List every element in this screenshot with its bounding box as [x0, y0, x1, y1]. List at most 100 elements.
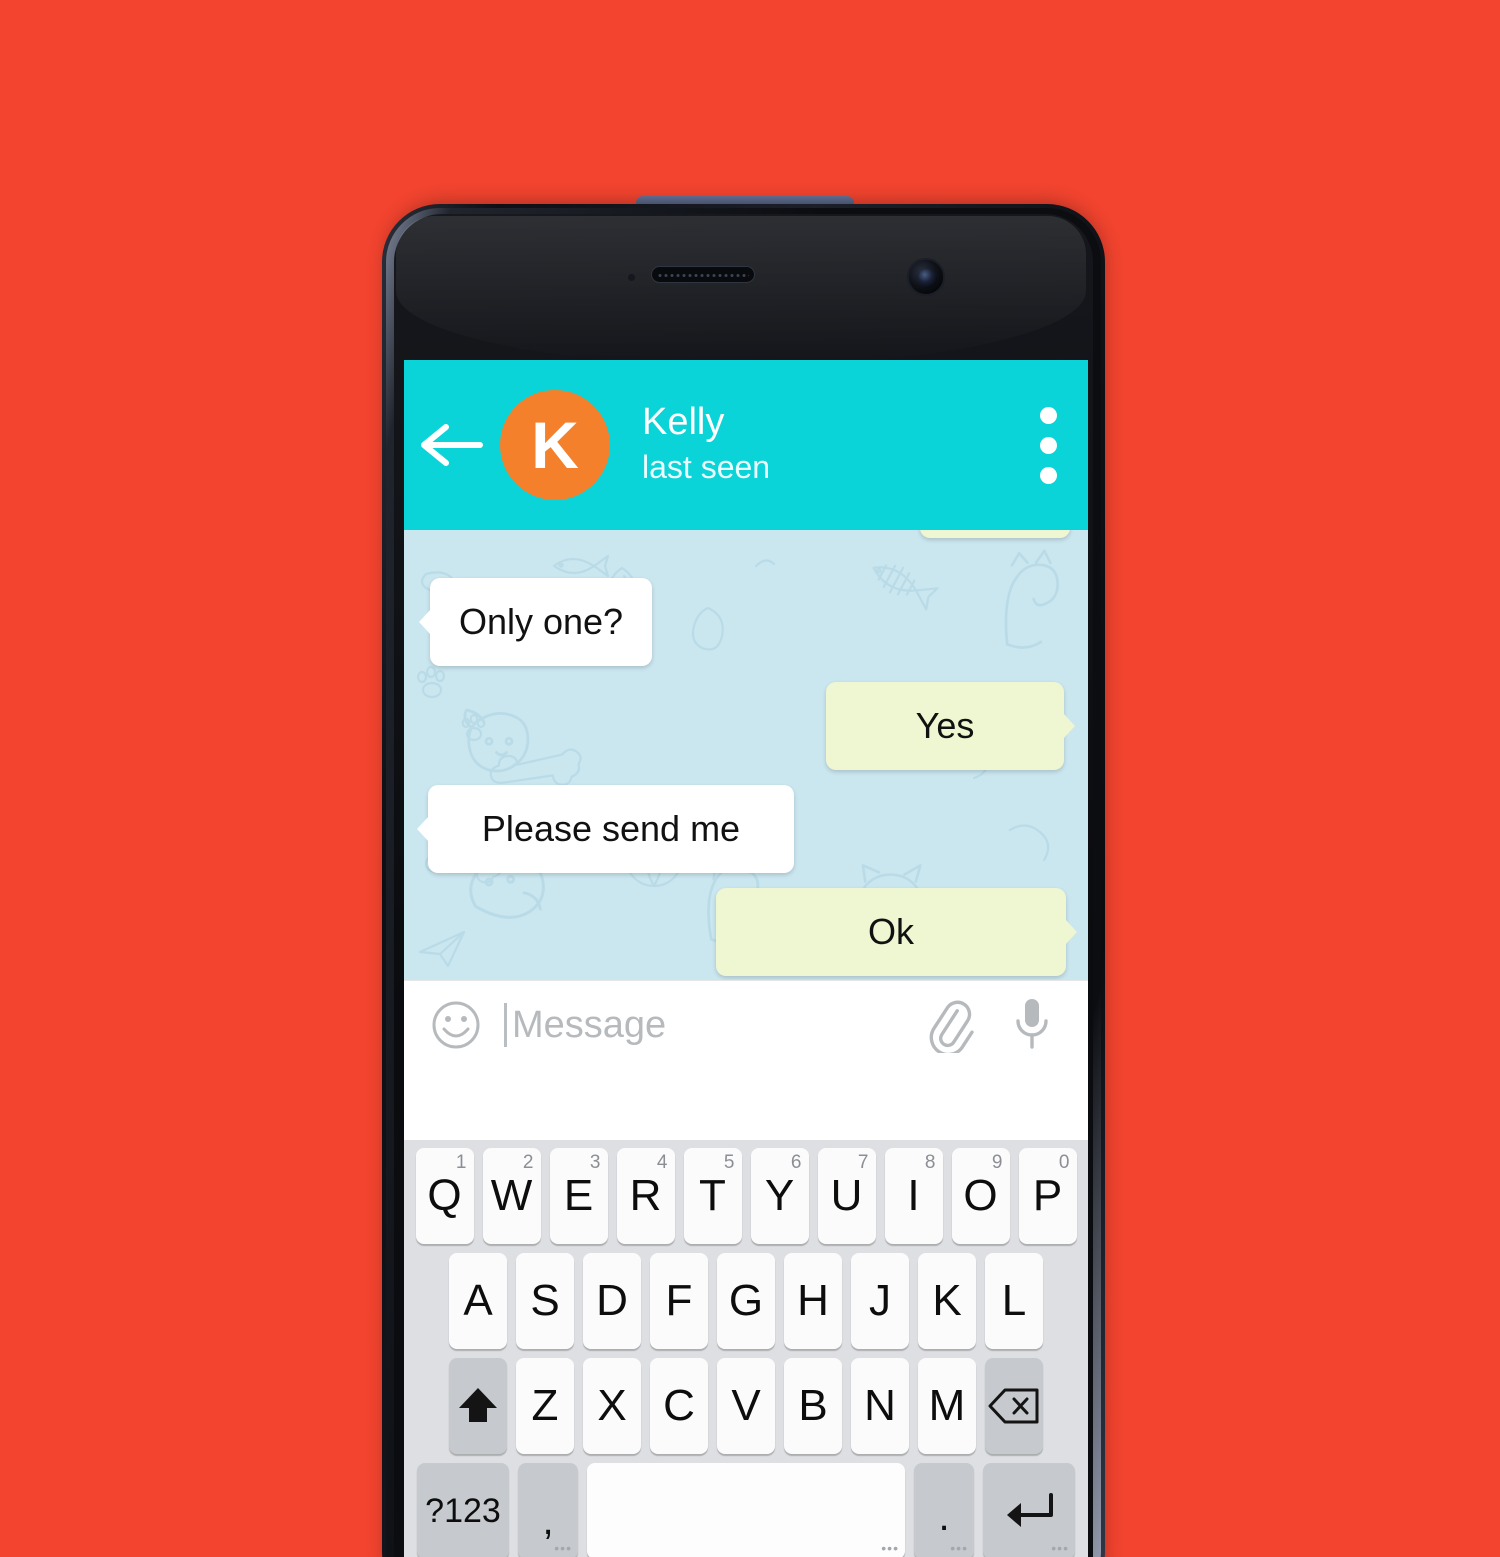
attach-button[interactable]	[920, 997, 976, 1057]
chat-message-list[interactable]: 10:00 Only one? Yes Please send me	[404, 530, 1088, 980]
key-superscript: 3	[589, 1152, 601, 1173]
key-label: O	[963, 1171, 998, 1220]
phone-device: K Kelly last seen Only one? Yes Please s…	[382, 196, 1108, 1557]
message-row[interactable]: Only one?	[430, 578, 652, 666]
keyboard-row-1: Q1 W2 E3 R4 T5 Y6 U7 I8 O9 P0	[404, 1148, 1088, 1244]
emoji-button[interactable]	[430, 999, 482, 1051]
earpiece-grille	[657, 272, 749, 279]
keyboard-row-4: ?123 , ••• ••• . ••• •••	[404, 1463, 1088, 1557]
message-input-bar: Message	[404, 980, 1088, 1140]
on-screen-keyboard[interactable]: Q1 W2 E3 R4 T5 Y6 U7 I8 O9 P0 A S D F G	[404, 1140, 1088, 1557]
key-label: T	[699, 1171, 726, 1220]
long-press-hint: •••	[1051, 1540, 1069, 1556]
key-r[interactable]: R4	[616, 1148, 675, 1244]
contact-info[interactable]: Kelly last seen	[642, 401, 1008, 488]
key-label: N	[864, 1381, 896, 1430]
keyboard-row-2: A S D F G H J K L	[404, 1253, 1088, 1349]
message-row[interactable]: Please send me	[428, 785, 794, 873]
keyboard-row-3: Z X C V B N M	[404, 1358, 1088, 1454]
proximity-sensor-icon	[628, 274, 635, 281]
key-label: A	[463, 1276, 493, 1325]
message-bubble-incoming[interactable]: Please send me	[428, 785, 794, 873]
key-w[interactable]: W2	[482, 1148, 541, 1244]
key-label: Z	[531, 1381, 559, 1430]
key-d[interactable]: D	[583, 1253, 641, 1349]
key-o[interactable]: O9	[951, 1148, 1010, 1244]
overflow-dot-1	[1039, 406, 1057, 424]
key-s[interactable]: S	[516, 1253, 574, 1349]
message-row[interactable]: Yes	[826, 682, 1064, 770]
long-press-hint: •••	[554, 1540, 572, 1556]
message-text: Ok	[867, 911, 914, 952]
key-label: H	[797, 1276, 829, 1325]
key-m[interactable]: M	[918, 1358, 976, 1454]
key-label: L	[1001, 1276, 1027, 1325]
avatar[interactable]: K	[500, 390, 610, 500]
key-u[interactable]: U7	[817, 1148, 876, 1244]
overflow-menu-button[interactable]	[1008, 360, 1088, 530]
key-x[interactable]: X	[583, 1358, 641, 1454]
phone-screen: K Kelly last seen Only one? Yes Please s…	[404, 360, 1088, 1557]
symbols-key[interactable]: ?123	[417, 1463, 509, 1557]
message-input-field[interactable]: Message	[504, 1003, 920, 1047]
key-label: K	[932, 1276, 962, 1325]
shift-key[interactable]	[449, 1358, 507, 1454]
key-z[interactable]: Z	[516, 1358, 574, 1454]
enter-key[interactable]: •••	[983, 1463, 1075, 1557]
key-c[interactable]: C	[650, 1358, 708, 1454]
key-f[interactable]: F	[650, 1253, 708, 1349]
key-label: S	[530, 1276, 560, 1325]
key-i[interactable]: I8	[884, 1148, 943, 1244]
key-b[interactable]: B	[784, 1358, 842, 1454]
key-v[interactable]: V	[717, 1358, 775, 1454]
key-superscript: 8	[924, 1152, 936, 1173]
key-y[interactable]: Y6	[750, 1148, 809, 1244]
key-h[interactable]: H	[784, 1253, 842, 1349]
front-camera-icon	[907, 258, 945, 296]
message-text: Only one?	[458, 601, 624, 642]
overflow-dot-2	[1039, 436, 1057, 454]
key-a[interactable]: A	[449, 1253, 507, 1349]
key-superscript: 9	[991, 1152, 1003, 1173]
key-label: R	[629, 1171, 662, 1220]
contact-status: last seen	[642, 449, 771, 486]
voice-record-button[interactable]	[1010, 995, 1054, 1055]
backspace-key[interactable]	[985, 1358, 1043, 1454]
key-n[interactable]: N	[851, 1358, 909, 1454]
key-t[interactable]: T5	[683, 1148, 742, 1244]
key-superscript: 5	[723, 1152, 735, 1173]
key-label: Y	[764, 1171, 795, 1220]
app-bar: K Kelly last seen	[404, 360, 1088, 530]
comma-key[interactable]: , •••	[518, 1463, 578, 1557]
period-key[interactable]: . •••	[914, 1463, 974, 1557]
key-label: J	[869, 1276, 891, 1325]
clipped-message-bubble[interactable]: 10:00	[920, 530, 1070, 538]
message-placeholder: Message	[512, 1003, 667, 1046]
message-text: Please send me	[481, 808, 741, 849]
message-bubble-outgoing[interactable]: Yes	[826, 682, 1064, 770]
message-bubble-outgoing[interactable]: Ok	[716, 888, 1066, 976]
key-superscript: 7	[857, 1152, 869, 1173]
key-p[interactable]: P0	[1018, 1148, 1077, 1244]
text-cursor	[504, 1003, 507, 1047]
key-label: B	[798, 1381, 828, 1430]
message-bubble-incoming[interactable]: Only one?	[430, 578, 652, 666]
key-g[interactable]: G	[717, 1253, 775, 1349]
key-j[interactable]: J	[851, 1253, 909, 1349]
key-label: V	[731, 1381, 761, 1430]
message-row[interactable]: Ok	[716, 888, 1066, 976]
arrow-left-icon	[421, 424, 483, 466]
key-label: .	[938, 1494, 950, 1539]
key-label: D	[596, 1276, 628, 1325]
key-label: Q	[427, 1171, 462, 1220]
space-key[interactable]: •••	[587, 1463, 905, 1557]
key-l[interactable]: L	[985, 1253, 1043, 1349]
long-press-hint: •••	[950, 1540, 968, 1556]
avatar-letter: K	[531, 408, 579, 482]
key-q[interactable]: Q1	[415, 1148, 474, 1244]
key-e[interactable]: E3	[549, 1148, 608, 1244]
key-label: F	[665, 1276, 693, 1325]
key-k[interactable]: K	[918, 1253, 976, 1349]
back-button[interactable]	[404, 360, 500, 530]
key-superscript: 4	[656, 1152, 668, 1173]
